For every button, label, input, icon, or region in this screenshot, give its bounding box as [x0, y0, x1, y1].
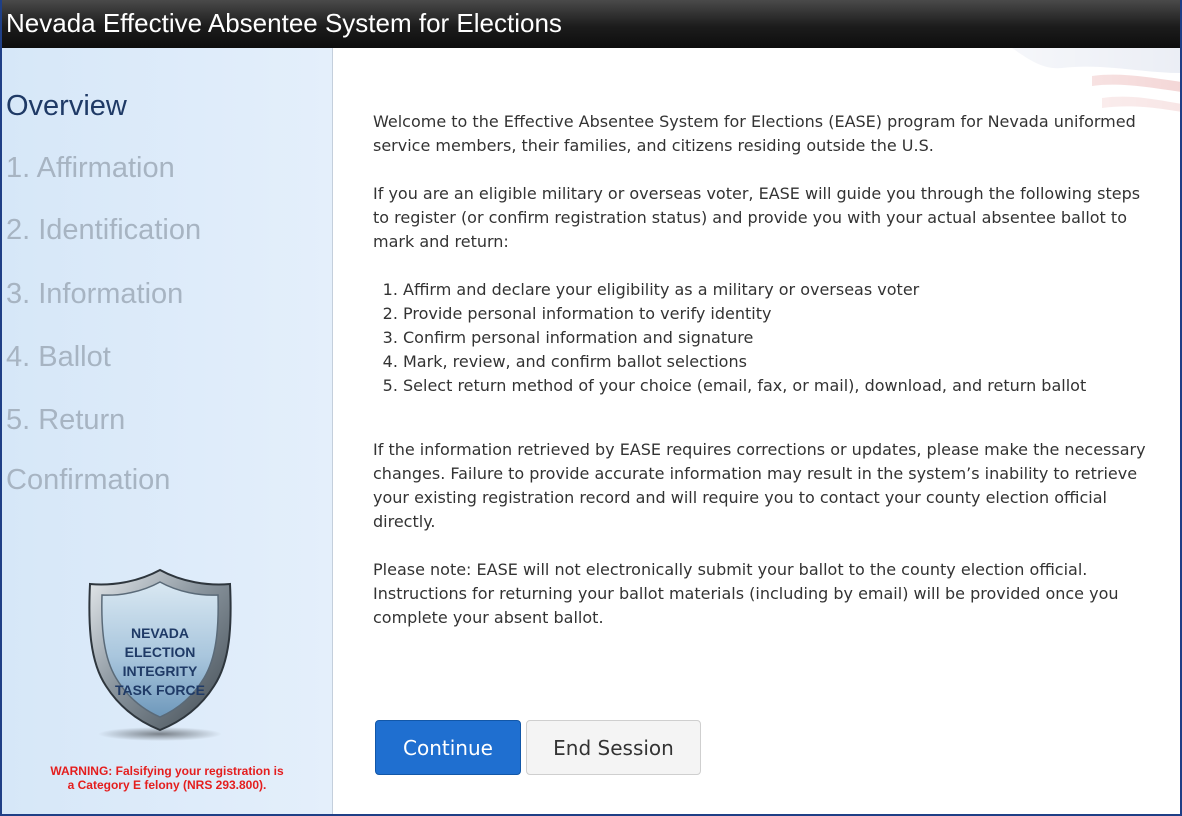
step-item: Confirm personal information and signatu…: [403, 326, 1153, 350]
overview-text: Welcome to the Effective Absentee System…: [373, 110, 1153, 654]
election-integrity-shield-logo: NEVADA ELECTION INTEGRITY TASK FORCE: [88, 568, 232, 741]
continue-button[interactable]: Continue: [375, 720, 521, 775]
app-title: Nevada Effective Absentee System for Ele…: [6, 8, 562, 38]
sidebar-item-affirmation[interactable]: 1. Affirmation: [6, 152, 175, 185]
step-item: Affirm and declare your eligibility as a…: [403, 278, 1153, 302]
sidebar: Overview 1. Affirmation 2. Identificatio…: [2, 48, 333, 814]
sidebar-item-ballot[interactable]: 4. Ballot: [6, 341, 111, 374]
end-session-button[interactable]: End Session: [526, 720, 701, 775]
step-item: Select return method of your choice (ema…: [403, 374, 1153, 398]
intro-paragraph: Welcome to the Effective Absentee System…: [373, 112, 1136, 155]
felony-warning: WARNING: Falsifying your registration is…: [2, 764, 332, 792]
badge-line-3: INTEGRITY: [123, 663, 198, 679]
app-title-bar: Nevada Effective Absentee System for Ele…: [2, 0, 1180, 48]
sidebar-item-information[interactable]: 3. Information: [6, 278, 183, 311]
steps-list: Affirm and declare your eligibility as a…: [373, 278, 1153, 398]
sidebar-item-confirmation[interactable]: Confirmation: [6, 464, 170, 497]
badge-line-2: ELECTION: [125, 644, 196, 660]
sidebar-item-return[interactable]: 5. Return: [6, 404, 125, 437]
badge-line-4: TASK FORCE: [115, 682, 205, 698]
step-item: Provide personal information to verify i…: [403, 302, 1153, 326]
corrections-paragraph: If the information retrieved by EASE req…: [373, 440, 1146, 531]
warning-line-1: WARNING: Falsifying your registration is: [50, 764, 284, 778]
main-content-panel: Welcome to the Effective Absentee System…: [335, 48, 1180, 814]
guide-paragraph: If you are an eligible military or overs…: [373, 184, 1141, 251]
warning-line-2: a Category E felony (NRS 293.800).: [67, 778, 267, 792]
app-window: Nevada Effective Absentee System for Ele…: [0, 0, 1182, 816]
badge-line-1: NEVADA: [131, 625, 189, 641]
sidebar-item-identification[interactable]: 2. Identification: [6, 214, 201, 247]
sidebar-item-overview[interactable]: Overview: [6, 90, 127, 123]
step-item: Mark, review, and confirm ballot selecti…: [403, 350, 1153, 374]
note-paragraph: Please note: EASE will not electronicall…: [373, 560, 1119, 627]
